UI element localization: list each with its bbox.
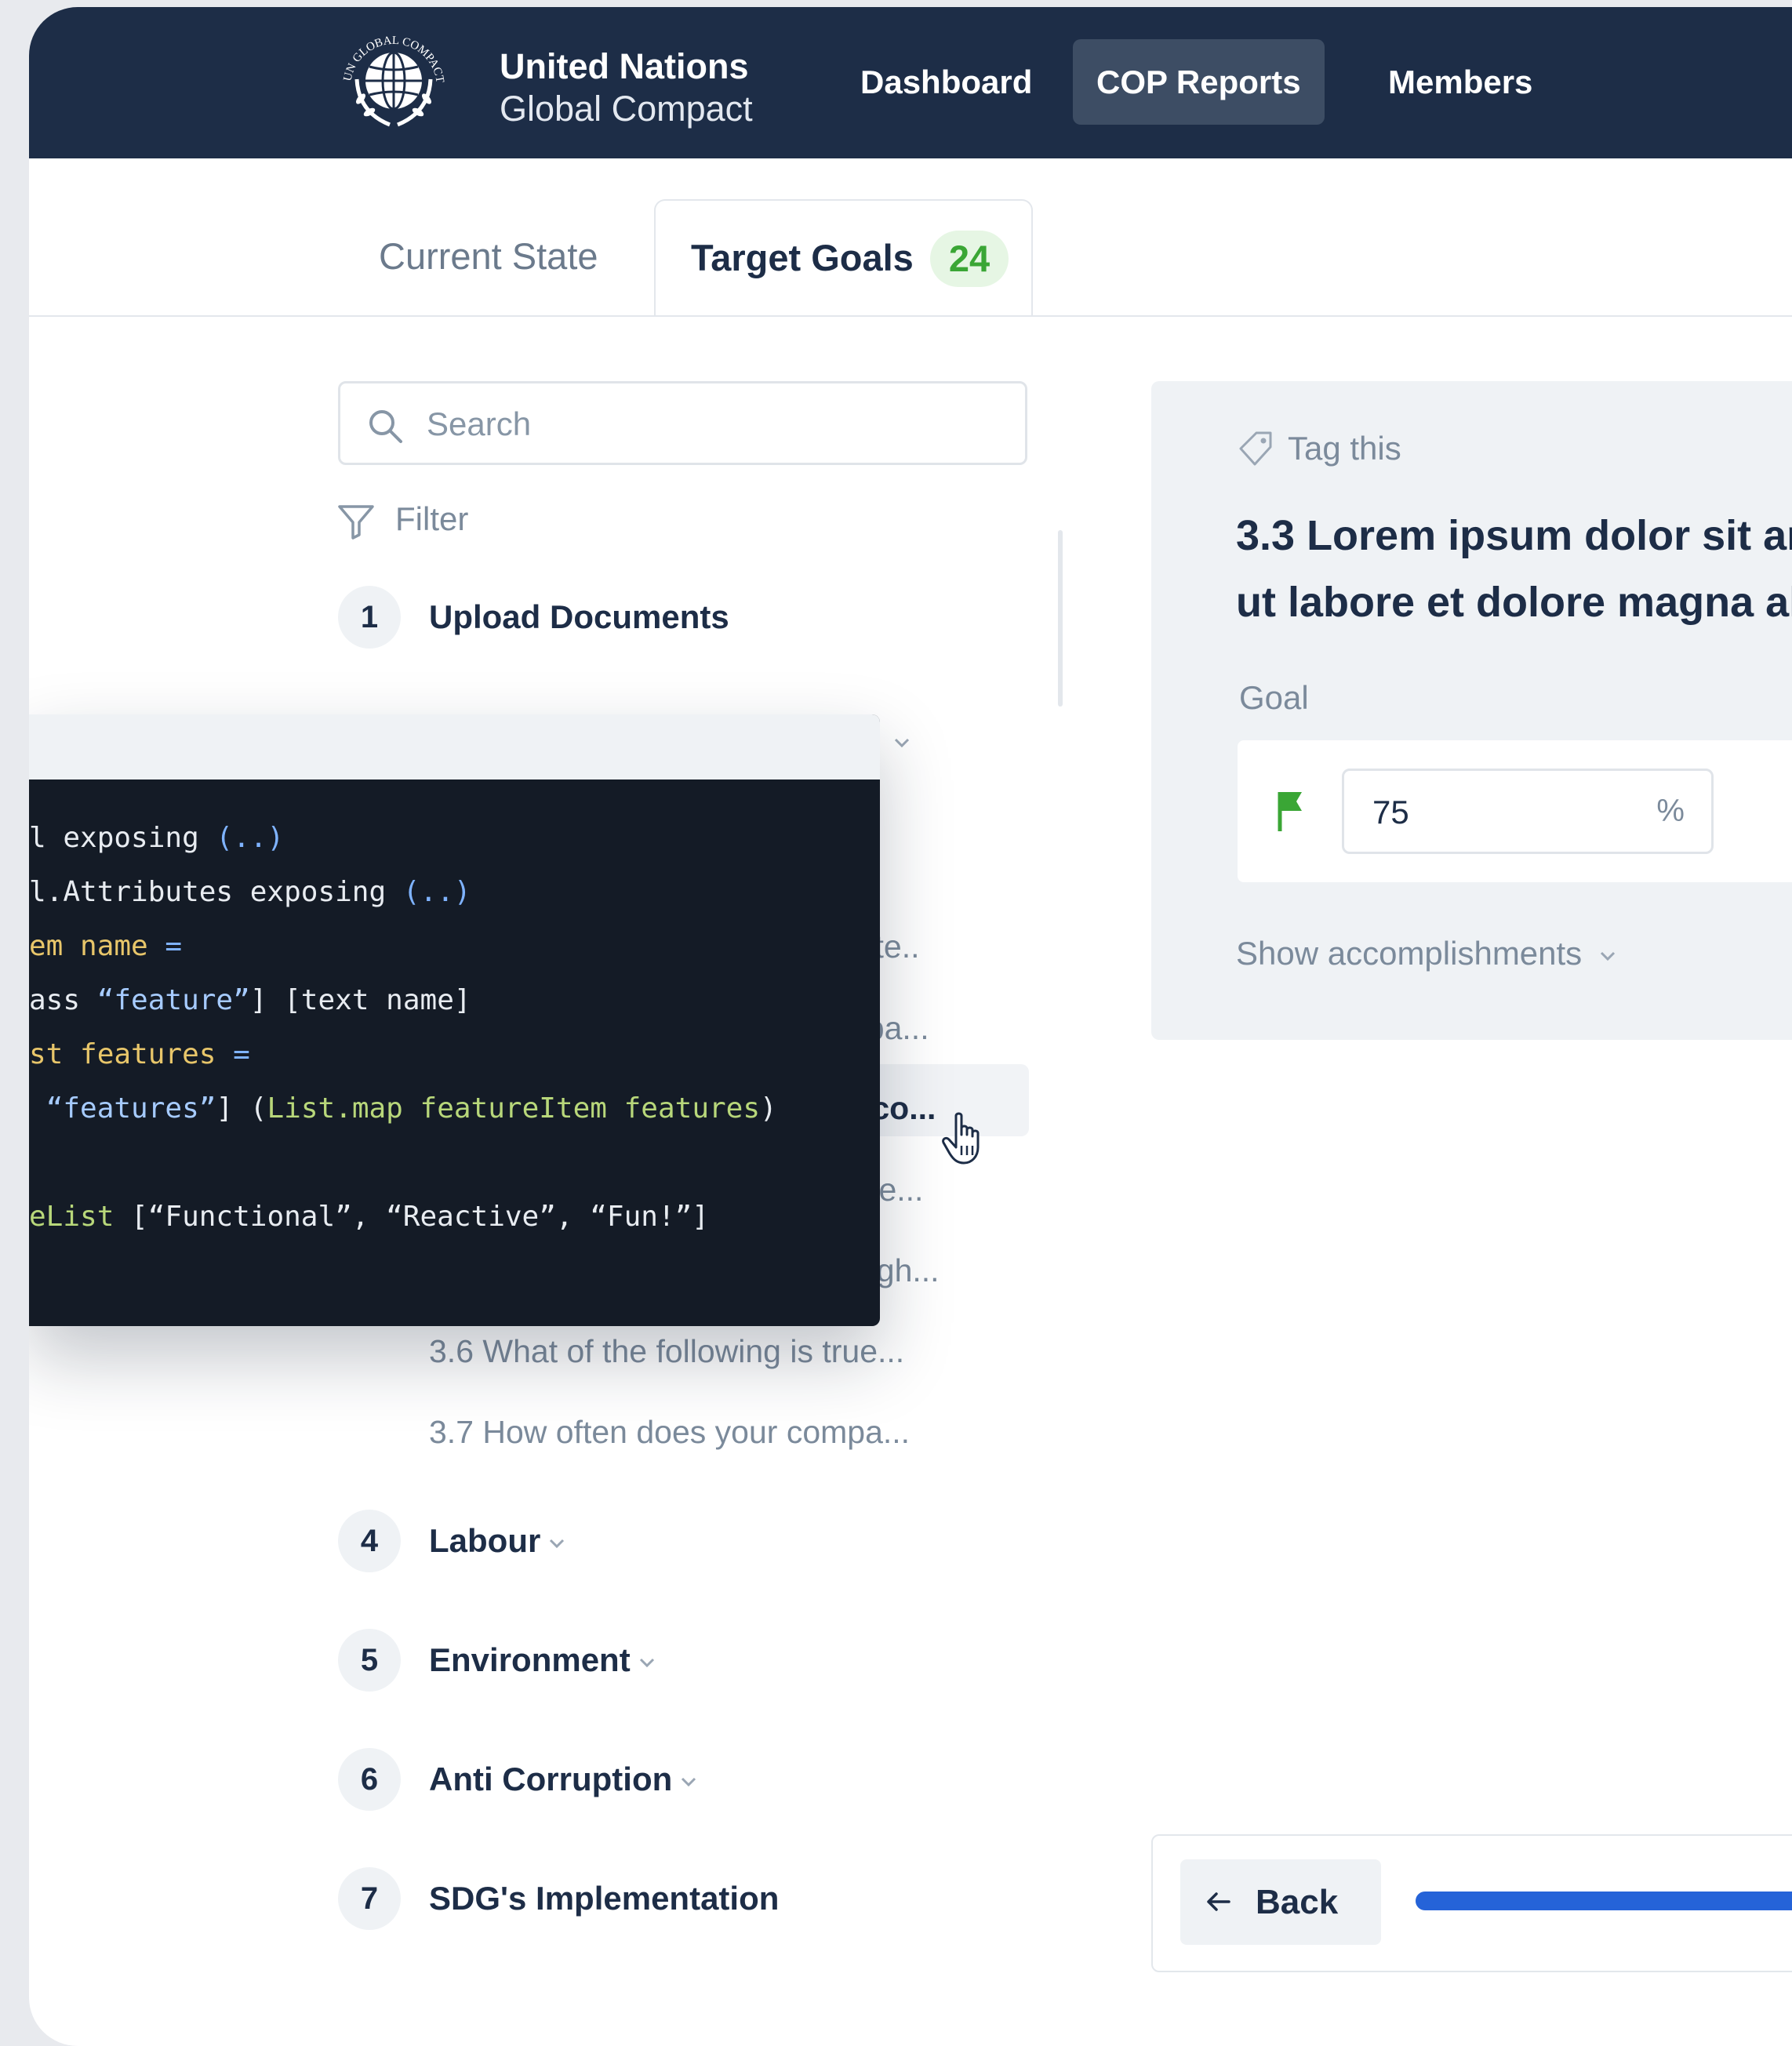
tab-target-goals[interactable]: Target Goals 24 bbox=[654, 199, 1033, 315]
arrow-left-icon bbox=[1207, 1892, 1230, 1911]
chevron-down-icon bbox=[1600, 951, 1615, 961]
nav-cop-reports[interactable]: COP Reports bbox=[1073, 39, 1325, 125]
show-accomplishments-toggle[interactable]: Show accomplishments bbox=[1236, 930, 1616, 977]
nav-dashboard[interactable]: Dashboard bbox=[837, 39, 1056, 125]
step-label: SDG's Implementation bbox=[429, 1880, 780, 1917]
search-icon bbox=[369, 410, 402, 443]
step-number: 6 bbox=[338, 1748, 401, 1811]
code-snippet-card: l exposing (..) l.Attributes exposing (.… bbox=[29, 714, 880, 1326]
tab-bar: Current State Target Goals 24 bbox=[29, 158, 1792, 317]
step-label: Upload Documents bbox=[429, 598, 729, 635]
brand-logo[interactable]: UN GLOBAL COMPACT United Nations Global … bbox=[335, 24, 758, 142]
step-number: 4 bbox=[338, 1510, 401, 1572]
code-line: l.Attributes exposing (..) bbox=[29, 876, 471, 908]
code-line: ass “feature”] [text name] bbox=[29, 984, 471, 1016]
code-line: “features”] (List.map featureItem featur… bbox=[45, 1092, 777, 1125]
step-number: 5 bbox=[338, 1629, 401, 1692]
filter-icon bbox=[338, 505, 374, 540]
target-goals-count-badge: 24 bbox=[930, 231, 1009, 287]
goal-unit: % bbox=[1656, 794, 1685, 828]
brand-name: United Nations bbox=[500, 46, 749, 86]
list-scrollbar[interactable] bbox=[1058, 530, 1063, 707]
progress-bar bbox=[1416, 1892, 1792, 1910]
step-label: Anti Corruption bbox=[429, 1748, 697, 1811]
back-button[interactable]: Back bbox=[1180, 1859, 1381, 1945]
chevron-down-icon bbox=[682, 1777, 696, 1787]
chevron-down-icon bbox=[550, 1539, 565, 1549]
step-label: Environment bbox=[429, 1629, 656, 1692]
chevron-down-icon bbox=[895, 739, 910, 748]
progress-fill bbox=[1416, 1892, 1792, 1910]
top-navigation-bar: UN GLOBAL COMPACT United Nations Global … bbox=[29, 7, 1792, 158]
flag-icon bbox=[1278, 792, 1302, 831]
tab-current-state[interactable]: Current State bbox=[379, 199, 598, 314]
sub-item-3-7[interactable]: 3.7 How often does your compa... bbox=[429, 1408, 910, 1455]
goal-card: % bbox=[1238, 740, 1792, 882]
bottom-action-bar: Back bbox=[1151, 1834, 1792, 1972]
chevron-down-icon bbox=[639, 1658, 654, 1668]
goal-field: % bbox=[1342, 769, 1714, 854]
step-label: Labour bbox=[429, 1510, 565, 1572]
code-line: st features = bbox=[29, 1038, 250, 1070]
goal-label: Goal bbox=[1239, 679, 1309, 716]
hand-pointer-cursor-icon bbox=[942, 1112, 980, 1165]
tag-icon bbox=[1239, 431, 1272, 466]
brand-subtitle: Global Compact bbox=[500, 89, 753, 129]
un-global-compact-emblem-icon: UN GLOBAL COMPACT bbox=[341, 35, 446, 127]
tab-target-goals-label: Target Goals bbox=[691, 237, 914, 278]
sub-item-3-6[interactable]: 3.6 What of the following is true... bbox=[429, 1328, 904, 1375]
search-input[interactable] bbox=[425, 383, 1009, 464]
tag-this-label: Tag this bbox=[1288, 430, 1401, 467]
app-window: UN GLOBAL COMPACT United Nations Global … bbox=[29, 7, 1792, 2046]
step-number: 7 bbox=[338, 1867, 401, 1930]
code-line: eList [“Functional”, “Reactive”, “Fun!”] bbox=[29, 1201, 709, 1233]
question-title: 3.3 Lorem ipsum dolor sit am ut labore e… bbox=[1236, 503, 1792, 636]
code-card-header bbox=[29, 714, 880, 780]
question-panel: Tag this 3.3 Lorem ipsum dolor sit am ut… bbox=[1151, 381, 1792, 1040]
question-line: ut labore et dolore magna ali bbox=[1236, 579, 1792, 626]
nav-members[interactable]: Members bbox=[1365, 39, 1556, 125]
step-number: 1 bbox=[338, 586, 401, 649]
search-box bbox=[338, 381, 1027, 465]
filter-label: Filter bbox=[395, 500, 469, 537]
code-line: l exposing (..) bbox=[29, 822, 285, 854]
code-line: em name = bbox=[29, 930, 183, 962]
goal-input[interactable] bbox=[1371, 771, 1633, 853]
back-label: Back bbox=[1256, 1883, 1339, 1921]
question-line: 3.3 Lorem ipsum dolor sit am bbox=[1236, 512, 1792, 559]
